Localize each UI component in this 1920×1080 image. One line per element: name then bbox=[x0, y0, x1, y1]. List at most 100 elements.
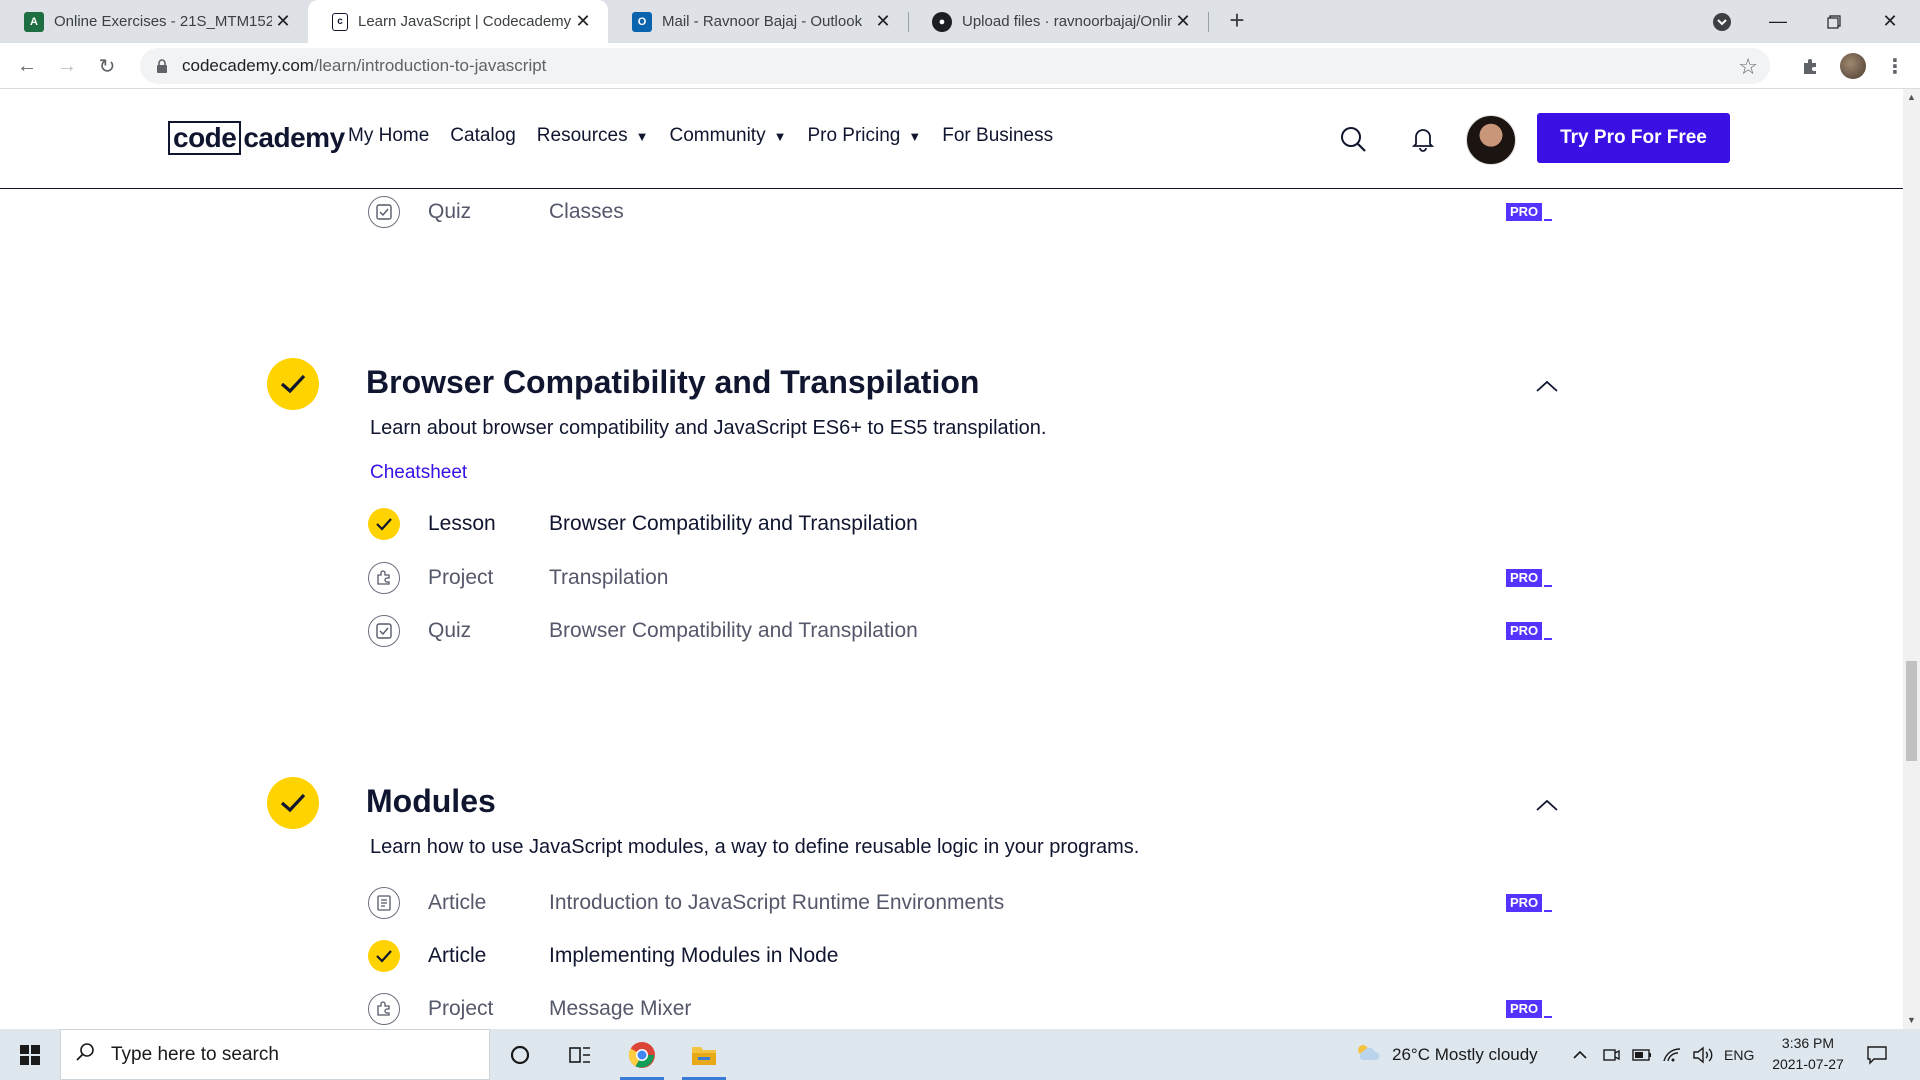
item-title: Implementing Modules in Node bbox=[549, 944, 839, 967]
browser-toolbar: ← → ↻ codecademy.com/learn/introduction-… bbox=[0, 43, 1920, 89]
reload-icon[interactable]: ↻ bbox=[92, 51, 122, 81]
item-title: Introduction to JavaScript Runtime Envir… bbox=[549, 891, 1005, 914]
back-arrow-icon[interactable]: ← bbox=[12, 51, 42, 81]
tab-title: Learn JavaScript | Codecademy bbox=[358, 13, 572, 30]
cortana-icon[interactable] bbox=[492, 1029, 548, 1080]
item-title: Classes bbox=[549, 200, 624, 223]
module-complete-check-icon bbox=[267, 358, 319, 410]
nav-label: For Business bbox=[942, 125, 1054, 146]
nav-my-home[interactable]: My Home bbox=[348, 125, 429, 147]
list-item[interactable]: Article Implementing Modules in Node bbox=[368, 936, 839, 976]
nav-label: Community bbox=[669, 125, 766, 146]
nav-for-business[interactable]: For Business bbox=[942, 125, 1053, 147]
weather-widget[interactable]: 26°C Mostly cloudy bbox=[1354, 1029, 1538, 1080]
complete-check-icon bbox=[368, 940, 400, 972]
browser-tab-strip: A Online Exercises - 21S_MTM1526 ✕ c Lea… bbox=[0, 0, 1920, 43]
system-clock[interactable]: 3:36 PM 2021-07-27 bbox=[1760, 1033, 1856, 1075]
tab-outlook-mail[interactable]: O Mail - Ravnoor Bajaj - Outlook ✕ bbox=[608, 0, 908, 43]
battery-icon[interactable] bbox=[1632, 1029, 1652, 1080]
site-header: code cademy My Home Catalog Resources ▼ Co… bbox=[0, 89, 1903, 189]
list-item[interactable]: Article Introduction to JavaScript Runti… bbox=[368, 883, 1004, 923]
nav-resources[interactable]: Resources ▼ bbox=[537, 125, 649, 147]
page-scrollbar[interactable]: ▲ ▼ bbox=[1903, 89, 1920, 1029]
scroll-down-arrow-icon[interactable]: ▼ bbox=[1903, 1012, 1920, 1029]
new-tab-button[interactable]: + bbox=[1222, 6, 1252, 36]
item-kind: Quiz bbox=[428, 619, 472, 642]
minimize-button[interactable]: — bbox=[1750, 0, 1806, 43]
scroll-up-arrow-icon[interactable]: ▲ bbox=[1903, 89, 1920, 106]
complete-check-icon bbox=[368, 508, 400, 540]
list-item[interactable]: Quiz Classes bbox=[368, 192, 624, 232]
weather-text: 26°C Mostly cloudy bbox=[1392, 1044, 1538, 1064]
tab-separator bbox=[1208, 12, 1209, 32]
tab-online-exercises[interactable]: A Online Exercises - 21S_MTM1526 ✕ bbox=[0, 0, 308, 43]
pro-badge-label: PRO bbox=[1506, 569, 1543, 587]
list-item[interactable]: Quiz Browser Compatibility and Transpila… bbox=[368, 611, 918, 651]
nav-community[interactable]: Community ▼ bbox=[670, 125, 787, 147]
chrome-taskbar-icon[interactable] bbox=[614, 1029, 670, 1080]
close-tab-icon[interactable]: ✕ bbox=[872, 11, 894, 32]
item-kind: Project bbox=[428, 997, 494, 1020]
pro-badge-label: PRO bbox=[1506, 894, 1543, 912]
meet-now-icon[interactable] bbox=[1602, 1029, 1620, 1080]
list-item[interactable]: Project Message Mixer bbox=[368, 989, 691, 1029]
address-bar[interactable]: codecademy.com/learn/introduction-to-jav… bbox=[140, 48, 1770, 84]
tab-search-icon[interactable] bbox=[1694, 0, 1750, 43]
caret-down-icon: ▼ bbox=[908, 128, 922, 144]
caret-down-icon: ▼ bbox=[773, 128, 787, 144]
search-icon[interactable] bbox=[1337, 123, 1369, 155]
input-language[interactable]: ENG bbox=[1724, 1029, 1754, 1080]
restore-button[interactable] bbox=[1806, 0, 1862, 43]
cheatsheet-link[interactable]: Cheatsheet bbox=[370, 462, 467, 484]
url-domain: codecademy.com bbox=[182, 56, 314, 75]
profile-avatar-icon[interactable] bbox=[1838, 51, 1868, 81]
logo-code: code bbox=[168, 121, 242, 155]
bell-notifications-icon[interactable] bbox=[1407, 123, 1439, 155]
tab-title: Online Exercises - 21S_MTM1526 bbox=[54, 13, 272, 30]
taskbar-search-input[interactable]: Type here to search bbox=[60, 1029, 490, 1080]
codecademy-logo[interactable]: code cademy bbox=[168, 119, 345, 157]
forward-arrow-icon[interactable]: → bbox=[52, 51, 82, 81]
close-window-button[interactable]: ✕ bbox=[1862, 0, 1918, 43]
pro-badge: PRO bbox=[1506, 892, 1554, 912]
page-viewport: Quiz Classes PRO Browser Compatibility a… bbox=[0, 89, 1903, 1029]
list-item[interactable]: Project Transpilation bbox=[368, 558, 668, 598]
clock-time: 3:36 PM bbox=[1781, 1035, 1835, 1051]
project-puzzle-icon bbox=[368, 562, 400, 594]
nav-pro-pricing[interactable]: Pro Pricing ▼ bbox=[807, 125, 921, 147]
volume-icon[interactable] bbox=[1692, 1029, 1714, 1080]
tab-learn-javascript[interactable]: c Learn JavaScript | Codecademy ✕ bbox=[308, 0, 608, 43]
task-view-icon[interactable] bbox=[552, 1029, 608, 1080]
windows-start-icon[interactable] bbox=[0, 1029, 60, 1080]
outlook-icon: O bbox=[632, 11, 652, 32]
user-avatar[interactable] bbox=[1466, 115, 1516, 165]
close-tab-icon[interactable]: ✕ bbox=[1172, 11, 1194, 32]
item-kind: Article bbox=[428, 944, 487, 967]
project-puzzle-icon bbox=[368, 993, 400, 1025]
tab-title: Upload files · ravnoorbajaj/Online bbox=[962, 13, 1172, 30]
collapse-chevron-up-icon[interactable] bbox=[1533, 795, 1561, 815]
browser-menu-icon[interactable]: ⋮ bbox=[1880, 51, 1910, 81]
show-hidden-icons-chevron-icon[interactable] bbox=[1572, 1029, 1588, 1080]
nav-catalog[interactable]: Catalog bbox=[450, 125, 516, 147]
item-title: Transpilation bbox=[549, 566, 669, 589]
github-icon: ● bbox=[932, 11, 952, 32]
logo-cademy: cademy bbox=[243, 122, 345, 153]
close-tab-icon[interactable]: ✕ bbox=[272, 11, 294, 32]
item-title: Message Mixer bbox=[549, 997, 692, 1020]
close-tab-icon[interactable]: ✕ bbox=[572, 11, 594, 32]
collapse-chevron-up-icon[interactable] bbox=[1533, 376, 1561, 396]
scroll-thumb[interactable] bbox=[1906, 661, 1917, 761]
lock-icon[interactable] bbox=[154, 58, 170, 74]
pro-badge-label: PRO bbox=[1506, 203, 1543, 221]
extensions-puzzle-icon[interactable] bbox=[1796, 51, 1826, 81]
file-explorer-icon[interactable] bbox=[676, 1029, 732, 1080]
search-icon bbox=[75, 1042, 95, 1068]
excel-online-icon: A bbox=[24, 11, 44, 32]
try-pro-button[interactable]: Try Pro For Free bbox=[1537, 113, 1730, 163]
tab-github-upload[interactable]: ● Upload files · ravnoorbajaj/Online ✕ bbox=[908, 0, 1208, 43]
wifi-icon[interactable] bbox=[1662, 1029, 1682, 1080]
bookmark-star-icon[interactable]: ☆ bbox=[1738, 54, 1758, 80]
notifications-icon[interactable] bbox=[1866, 1029, 1888, 1080]
list-item[interactable]: Lesson Browser Compatibility and Transpi… bbox=[368, 504, 918, 544]
